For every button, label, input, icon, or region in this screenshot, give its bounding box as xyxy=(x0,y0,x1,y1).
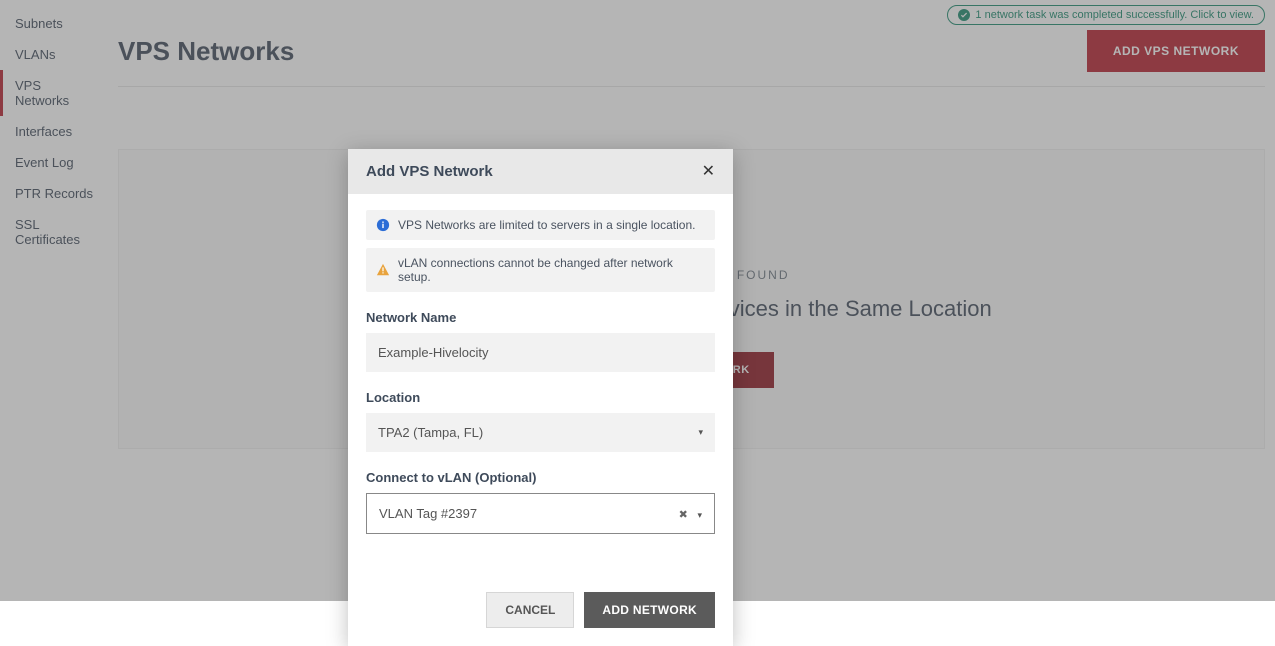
clear-icon[interactable]: ✖ xyxy=(679,509,688,521)
info-icon xyxy=(376,218,390,232)
location-select[interactable]: TPA2 (Tampa, FL) ▾ xyxy=(366,413,715,452)
warning-banner-text: vLAN connections cannot be changed after… xyxy=(398,256,705,284)
network-name-label: Network Name xyxy=(366,310,715,325)
close-icon[interactable]: ✕ xyxy=(702,164,715,180)
add-vps-network-modal: Add VPS Network ✕ VPS Networks are limit… xyxy=(348,149,733,646)
vlan-select-controls: ✖ ▾ xyxy=(679,506,702,521)
network-name-input[interactable] xyxy=(366,333,715,372)
chevron-down-icon: ▾ xyxy=(698,427,703,438)
warning-banner: vLAN connections cannot be changed after… xyxy=(366,248,715,292)
vlan-label: Connect to vLAN (Optional) xyxy=(366,470,715,485)
info-banner-text: VPS Networks are limited to servers in a… xyxy=(398,218,695,232)
chevron-down-icon: ▾ xyxy=(697,510,702,520)
warning-icon xyxy=(376,263,390,277)
modal-body: VPS Networks are limited to servers in a… xyxy=(348,194,733,544)
vlan-select[interactable]: VLAN Tag #2397 ✖ ▾ xyxy=(366,493,715,534)
location-select-value: TPA2 (Tampa, FL) xyxy=(378,425,483,440)
modal-header: Add VPS Network ✕ xyxy=(348,149,733,194)
vlan-select-value: VLAN Tag #2397 xyxy=(379,506,477,521)
modal-title: Add VPS Network xyxy=(366,163,493,180)
location-label: Location xyxy=(366,390,715,405)
add-network-button[interactable]: ADD NETWORK xyxy=(584,592,715,628)
cancel-button[interactable]: CANCEL xyxy=(486,592,574,628)
info-banner: VPS Networks are limited to servers in a… xyxy=(366,210,715,240)
modal-footer: CANCEL ADD NETWORK xyxy=(348,574,733,646)
